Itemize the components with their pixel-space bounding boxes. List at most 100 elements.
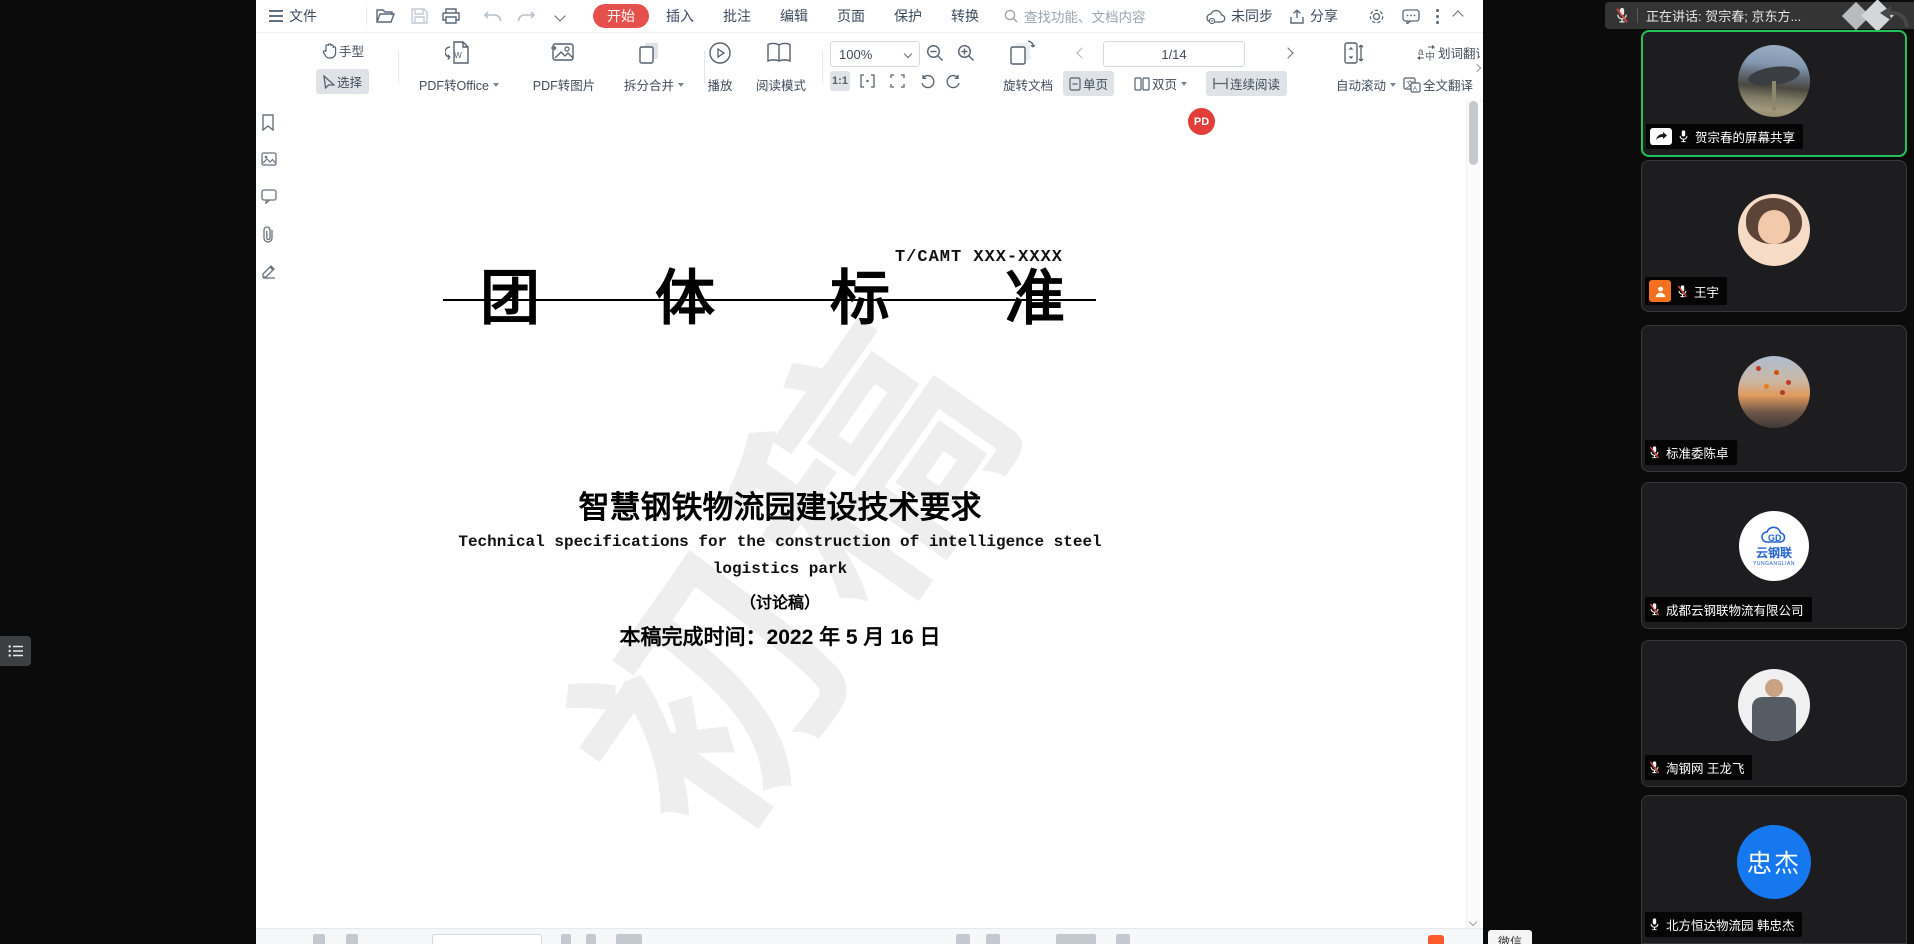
rotate-document-icon [1003,38,1039,68]
main-menu-button[interactable]: 文件 [268,0,317,32]
participant-tile[interactable]: 淘钢网 王龙飞 [1641,640,1907,787]
rotate-right-button[interactable] [943,71,963,91]
tab-edit[interactable]: 编辑 [780,0,808,32]
reply-arrow-icon [1878,3,1912,29]
word-translate-button[interactable]: a中 划词翻译 [1416,43,1480,62]
open-button[interactable] [376,0,395,32]
attachment-icon[interactable] [261,226,279,244]
full-translate-button[interactable]: 文A 全文翻译 [1403,75,1480,94]
member-badge-icon [1649,280,1671,302]
double-page-button[interactable]: 双页 [1130,71,1191,96]
page-indicator[interactable]: 1/14 [1103,41,1245,67]
participant-name-bar: 成都云钢联物流有限公司 [1645,597,1812,622]
avatar: GD 云钢联 YUNGANGLIAN [1739,511,1809,581]
status-input[interactable] [432,934,542,944]
settings-button[interactable] [1368,0,1385,32]
pdf-to-office-button[interactable]: PDF转Office [409,75,509,94]
single-page-button[interactable]: 单页 [1063,71,1114,96]
zoom-in-button[interactable] [955,42,977,64]
participant-tile[interactable]: 贺宗春的屏幕共享 [1641,30,1907,157]
hand-icon [322,43,337,59]
toolbar-expand-button[interactable] [1472,61,1482,75]
status-icon[interactable] [986,934,1000,944]
taskbar-wechat-label[interactable]: 微信 [1488,930,1532,944]
actual-size-button[interactable]: 1:1 [830,71,850,91]
status-icon[interactable] [616,934,642,944]
tab-page[interactable]: 页面 [837,0,865,32]
participant-tile[interactable]: 标准委陈卓 [1641,325,1907,472]
status-icon[interactable] [313,934,325,944]
play-button[interactable]: 播放 [700,75,740,94]
pdf-to-image-icon [548,39,578,67]
company-logo-subtext: YUNGANGLIAN [1753,561,1795,567]
status-icon[interactable] [1056,934,1096,944]
pdf-page[interactable]: 初稿 团体标准 T/CAMT XXX-XXXX 智慧钢铁物流园建设技术要求 Te… [284,100,1466,928]
share-arrow-icon [1289,9,1305,24]
pdf-to-image-button[interactable]: PDF转图片 [524,75,604,94]
chevron-right-icon [1473,64,1481,72]
divider [1637,8,1638,23]
dropdown-caret [678,83,684,87]
status-app-icon[interactable] [1428,935,1444,944]
previous-page-button[interactable] [1074,43,1090,63]
save-icon [411,8,428,24]
status-icon[interactable] [1116,934,1130,944]
status-icon[interactable] [956,934,970,944]
split-merge-button[interactable]: 拆分合并 [611,75,697,94]
continuous-read-button[interactable]: 连续阅读 [1206,71,1287,96]
signature-icon[interactable] [261,263,279,281]
select-tool-button[interactable]: 选择 [316,69,369,94]
collapse-toolbar-button[interactable] [1454,0,1462,32]
rotate-left-button[interactable] [917,71,937,91]
tab-insert[interactable]: 插入 [666,0,694,32]
full-translate-icon: 文A [1403,77,1421,93]
search-input[interactable]: 查找功能、文档内容 [1004,0,1146,32]
status-icon[interactable] [346,934,358,944]
participant-tile[interactable]: GD 云钢联 YUNGANGLIAN 成都云钢联物流有限公司 [1641,482,1907,629]
status-icon[interactable] [561,934,571,944]
fit-page-button[interactable] [887,71,907,91]
comment-icon[interactable] [261,189,279,207]
avatar [1738,194,1810,266]
mic-muted-icon [1615,7,1629,24]
participant-name-bar: 王宇 [1645,277,1727,305]
participant-tile[interactable]: 忠杰 北方恒达物流园 韩忠杰 [1641,795,1907,944]
status-icon[interactable] [586,934,596,944]
bookmark-icon[interactable] [261,114,279,132]
read-mode-button[interactable]: 阅读模式 [746,75,816,94]
participant-tile[interactable]: 王宇 [1641,160,1907,312]
rotate-document-button[interactable]: 旋转文档 [995,75,1061,94]
vertical-scrollbar[interactable] [1466,100,1480,928]
tab-convert[interactable]: 转换 [951,0,979,32]
thumbnail-image-icon[interactable] [261,152,279,170]
tab-start[interactable]: 开始 [593,0,649,32]
auto-scroll-button[interactable]: 自动滚动 [1335,75,1397,94]
hand-tool-button[interactable]: 手型 [322,41,364,60]
next-page-button[interactable] [1280,43,1296,63]
feedback-button[interactable] [1402,0,1420,32]
side-rail [256,100,285,928]
participant-name: 成都云钢联物流有限公司 [1666,600,1804,619]
tab-comment[interactable]: 批注 [723,0,751,32]
print-button[interactable] [442,0,460,32]
search-placeholder: 查找功能、文档内容 [1024,6,1146,26]
save-button[interactable] [411,0,428,32]
svg-text:A: A [1413,86,1417,92]
wps-pdf-window: 文件 开始 插入 批注 编辑 页面 保护 [256,0,1483,944]
tab-protect[interactable]: 保护 [894,0,922,32]
chevron-right-icon [1282,47,1293,58]
share-button[interactable]: 分享 [1289,0,1338,32]
scrollbar-thumb[interactable] [1469,101,1478,165]
contents-widget-button[interactable] [0,636,31,666]
more-options-button[interactable] [1436,0,1439,32]
zoom-out-button[interactable] [924,42,946,64]
sync-status-button[interactable]: 未同步 [1206,0,1273,32]
participant-name-bar: 标准委陈卓 [1645,440,1737,465]
redo-button[interactable] [517,0,535,32]
quick-access-dropdown[interactable] [556,0,564,32]
undo-button[interactable] [484,0,502,32]
split-merge-icon [634,39,664,67]
fit-width-button[interactable] [857,71,877,91]
mic-muted-icon [1649,602,1660,617]
zoom-level-dropdown[interactable]: 100% [830,41,920,67]
